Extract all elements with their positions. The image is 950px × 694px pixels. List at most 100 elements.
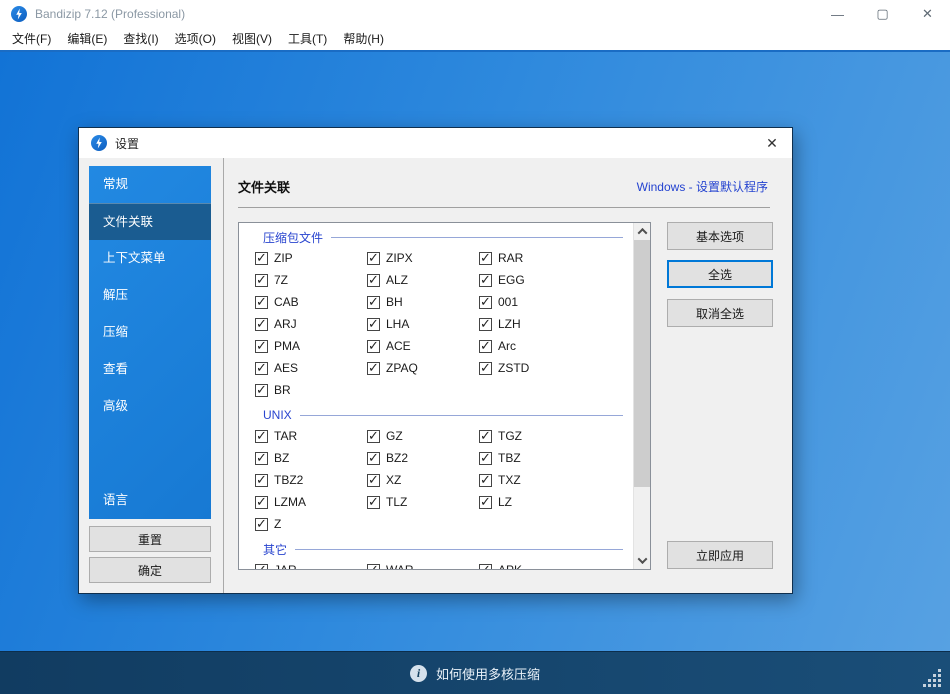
dialog-body: 常规文件关联上下文菜单解压压缩查看高级语言 重置 确定 文件关联 Windows… — [79, 158, 792, 593]
resize-grip[interactable] — [923, 669, 942, 688]
dialog-titlebar: 设置 ✕ — [79, 128, 792, 158]
dialog-close-icon[interactable]: ✕ — [752, 128, 792, 158]
sidebar-item-高级[interactable]: 高级 — [89, 388, 211, 425]
format-checkbox-001[interactable]: 001 — [479, 295, 591, 309]
format-checkbox-LZMA[interactable]: LZMA — [255, 495, 367, 509]
format-checkbox-TLZ[interactable]: TLZ — [367, 495, 479, 509]
format-checkbox-Z[interactable]: Z — [255, 517, 367, 531]
format-row: 7ZALZEGG — [239, 269, 633, 291]
checkbox-icon — [255, 340, 268, 353]
format-checkbox-TBZ2[interactable]: TBZ2 — [255, 473, 367, 487]
group-label: 压缩包文件 — [263, 227, 623, 247]
format-checkbox-ZIP[interactable]: ZIP — [255, 251, 367, 265]
format-checkbox-GZ[interactable]: GZ — [367, 429, 479, 443]
format-checkbox-ZPAQ[interactable]: ZPAQ — [367, 361, 479, 375]
ok-button[interactable]: 确定 — [89, 557, 211, 583]
menu-item-4[interactable]: 视图(V) — [224, 28, 280, 50]
menu-item-2[interactable]: 查找(I) — [115, 28, 166, 50]
bandizip-window: Bandizip 7.12 (Professional) — ▢ ✕ 文件(F)… — [0, 0, 950, 694]
format-checkbox-TBZ[interactable]: TBZ — [479, 451, 591, 465]
checkbox-icon — [255, 318, 268, 331]
format-panel: 压缩包文件 ZIP ZIPX RAR 7ZALZEGG CABBH001 ARJLHA LZH… — [238, 222, 651, 570]
maximize-button[interactable]: ▢ — [860, 0, 905, 28]
format-label: TLZ — [386, 495, 407, 509]
minimize-button[interactable]: — — [815, 0, 860, 28]
scrollbar[interactable] — [633, 223, 650, 569]
format-label: TAR — [274, 429, 297, 443]
menu-item-6[interactable]: 帮助(H) — [335, 28, 392, 50]
format-label: LZ — [498, 495, 512, 509]
scroll-down-icon[interactable] — [634, 552, 651, 569]
checkbox-icon — [479, 274, 492, 287]
scroll-up-icon[interactable] — [634, 223, 651, 240]
format-checkbox-EGG[interactable]: EGG — [479, 273, 591, 287]
header-separator — [238, 207, 770, 208]
menu-item-3[interactable]: 选项(O) — [167, 28, 224, 50]
format-checkbox-ARJ[interactable]: ARJ — [255, 317, 367, 331]
format-row: ARJLHA LZH — [239, 313, 633, 335]
checkbox-icon — [367, 296, 380, 309]
format-row: AESZPAQZSTD — [239, 357, 633, 379]
close-button[interactable]: ✕ — [905, 0, 950, 28]
checkbox-icon — [479, 252, 492, 265]
format-checkbox-TAR[interactable]: TAR — [255, 429, 367, 443]
scrollbar-thumb[interactable] — [634, 240, 651, 487]
sidebar-item-常规[interactable]: 常规 — [89, 166, 211, 203]
format-checkbox-CAB[interactable]: CAB — [255, 295, 367, 309]
checkbox-icon — [367, 252, 380, 265]
checkbox-icon — [367, 564, 380, 570]
format-label: JAR — [274, 563, 297, 569]
format-checkbox-XZ[interactable]: XZ — [367, 473, 479, 487]
format-checkbox-BZ2[interactable]: BZ2 — [367, 451, 479, 465]
menu-item-1[interactable]: 编辑(E) — [59, 28, 115, 50]
format-checkbox-ZIPX[interactable]: ZIPX — [367, 251, 479, 265]
format-checkbox-7Z[interactable]: 7Z — [255, 273, 367, 287]
format-list: 压缩包文件 ZIP ZIPX RAR 7ZALZEGG CABBH001 ARJLHA LZH… — [239, 223, 633, 569]
format-checkbox-LHA[interactable]: LHA — [367, 317, 479, 331]
select-all-button[interactable]: 全选 — [667, 260, 773, 288]
format-checkbox-BZ[interactable]: BZ — [255, 451, 367, 465]
main-content: 设置 ✕ 常规文件关联上下文菜单解压压缩查看高级语言 重置 确定 文件关联 Wi… — [0, 50, 950, 651]
format-checkbox-APK[interactable]: APK — [479, 563, 591, 569]
format-checkbox-ZSTD[interactable]: ZSTD — [479, 361, 591, 375]
sidebar-item-文件关联[interactable]: 文件关联 — [89, 203, 211, 240]
checkbox-icon — [255, 296, 268, 309]
deselect-all-button[interactable]: 取消全选 — [667, 299, 773, 327]
format-checkbox-BR[interactable]: BR — [255, 383, 367, 397]
sidebar-item-语言[interactable]: 语言 — [89, 482, 211, 519]
format-checkbox-LZ[interactable]: LZ — [479, 495, 591, 509]
windows-default-programs-link[interactable]: Windows - 设置默认程序 — [637, 178, 768, 195]
bandizip-app-icon — [11, 6, 27, 22]
format-label: BZ — [274, 451, 289, 465]
menu-item-0[interactable]: 文件(F) — [4, 28, 59, 50]
sidebar-item-压缩[interactable]: 压缩 — [89, 314, 211, 351]
format-label: ZIPX — [386, 251, 413, 265]
format-checkbox-AES[interactable]: AES — [255, 361, 367, 375]
format-checkbox-Arc[interactable]: Arc — [479, 339, 591, 353]
checkbox-icon — [255, 252, 268, 265]
checkbox-icon — [367, 452, 380, 465]
sidebar-item-查看[interactable]: 查看 — [89, 351, 211, 388]
format-checkbox-BH[interactable]: BH — [367, 295, 479, 309]
format-label: Arc — [498, 339, 516, 353]
format-checkbox-TXZ[interactable]: TXZ — [479, 473, 591, 487]
format-checkbox-TGZ[interactable]: TGZ — [479, 429, 591, 443]
checkbox-icon — [367, 274, 380, 287]
multicore-help-link[interactable]: i 如何使用多核压缩 — [410, 664, 540, 683]
format-checkbox-LZH[interactable]: LZH — [479, 317, 591, 331]
format-label: ZIP — [274, 251, 293, 265]
apply-now-button[interactable]: 立即应用 — [667, 541, 773, 569]
format-checkbox-RAR[interactable]: RAR — [479, 251, 591, 265]
format-checkbox-WAR[interactable]: WAR — [367, 563, 479, 569]
sidebar-item-解压[interactable]: 解压 — [89, 277, 211, 314]
format-checkbox-ACE[interactable]: ACE — [367, 339, 479, 353]
checkbox-icon — [479, 362, 492, 375]
format-checkbox-JAR[interactable]: JAR — [255, 563, 367, 569]
format-checkbox-ALZ[interactable]: ALZ — [367, 273, 479, 287]
reset-button[interactable]: 重置 — [89, 526, 211, 552]
basic-options-button[interactable]: 基本选项 — [667, 222, 773, 250]
format-checkbox-PMA[interactable]: PMA — [255, 339, 367, 353]
sidebar-item-上下文菜单[interactable]: 上下文菜单 — [89, 240, 211, 277]
format-label: LZH — [498, 317, 521, 331]
menu-item-5[interactable]: 工具(T) — [280, 28, 335, 50]
